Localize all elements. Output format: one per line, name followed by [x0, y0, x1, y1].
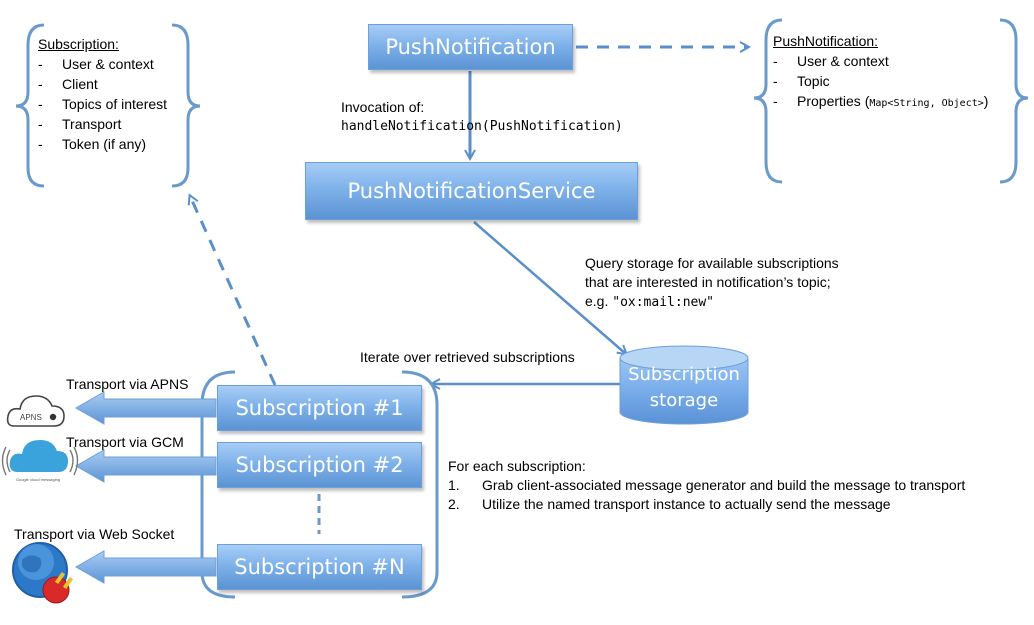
push-notification-box: PushNotification [368, 24, 573, 70]
subscription-info-item: - User & context [38, 56, 154, 72]
for-each-title: For each subscription: [448, 458, 586, 474]
subscription-storage-label: Subscription storage [628, 364, 740, 411]
pushnotification-info: PushNotification: - User & context - Topic… [773, 31, 988, 114]
subscription-1-box: Subscription #1 [217, 385, 422, 431]
iterate-label: Iterate over retrieved subscriptions [360, 349, 575, 365]
query-storage-label: Query storage for available subscription… [585, 255, 839, 310]
transport-apns-label: Transport via APNS [66, 376, 189, 392]
pushnotification-info-header: PushNotification: [773, 33, 879, 49]
invocation-label: Invocation of: handleNotification(PushNo… [341, 99, 623, 134]
transport-arrow-gcm [74, 449, 217, 483]
subscription-info-item: - Client [38, 76, 98, 92]
apns-cloud-icon: APNS [6, 395, 65, 427]
subscription-info: Subscription: - User & context - Client -T… [38, 34, 167, 154]
subscription-info-header: Subscription: [38, 36, 119, 52]
pushnotification-info-item: - User & context [773, 53, 889, 69]
for-each-step: 2. Utilize the named transport instance t… [448, 496, 891, 512]
subscription-brace-right [171, 23, 201, 188]
subscription-info-item: - Transport [38, 116, 122, 132]
invocation-method: handleNotification(PushNotification) [341, 119, 623, 134]
subscription-n-box: Subscription #N [217, 544, 422, 590]
subscription-2-box: Subscription #2 [217, 442, 422, 488]
svg-text:APNS: APNS [20, 413, 42, 422]
websocket-globe-icon [12, 542, 74, 604]
for-each-block: For each subscription: 1. Grab client-ass… [448, 457, 965, 514]
svg-text:Google cloud messaging: Google cloud messaging [16, 477, 60, 482]
transport-gcm-label: Transport via GCM [66, 434, 184, 450]
pushnotification-info-item: - Properties (Map<String, Object>) [773, 93, 989, 109]
transport-arrow-websocket [74, 550, 217, 584]
subscription-info-item: - Topics of interest [38, 96, 168, 112]
pushnotification-brace-right [999, 18, 1029, 184]
for-each-step: 1. Grab client-associated message generat… [448, 477, 966, 493]
pushnotification-info-item: - Topic [773, 73, 830, 89]
push-notification-service-box: PushNotificationService [305, 162, 638, 220]
dashed-arrow-to-subscription-info [190, 196, 277, 386]
subscription-info-item: - Token (if any) [38, 136, 147, 152]
transport-arrow-apns [74, 391, 217, 425]
transport-websocket-label: Transport via Web Socket [14, 526, 175, 542]
